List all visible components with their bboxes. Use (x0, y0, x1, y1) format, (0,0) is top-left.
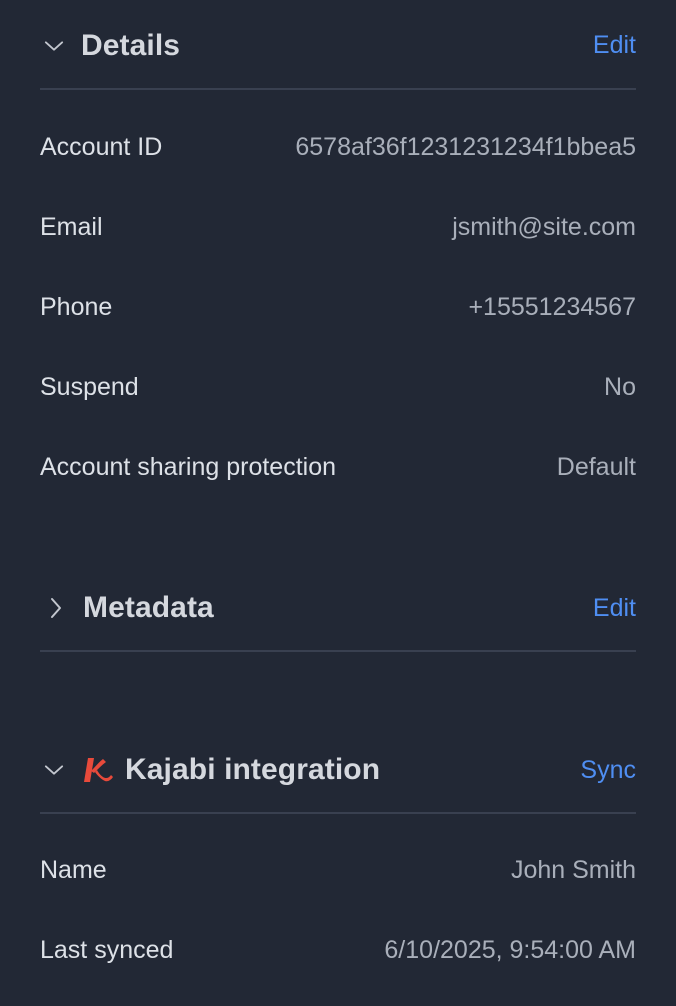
detail-label: Account ID (40, 132, 163, 161)
kajabi-row-name: Name John Smith (40, 830, 636, 910)
details-title: Details (81, 28, 181, 62)
detail-label: Account sharing protection (40, 452, 337, 481)
detail-value: 6578af36f1231231234f1bbea5 (295, 132, 636, 161)
details-rows: Account ID 6578af36f1231231234f1bbea5 Em… (40, 107, 636, 507)
chevron-down-icon[interactable] (44, 760, 64, 780)
detail-row-suspend: Suspend No (40, 347, 636, 427)
details-header[interactable]: Details Edit (40, 3, 636, 90)
detail-value: +15551234567 (468, 292, 636, 321)
details-edit-button[interactable]: Edit (593, 31, 636, 60)
metadata-section: Metadata Edit (40, 566, 636, 652)
kajabi-logo-icon (82, 756, 114, 784)
details-section: Details Edit Account ID 6578af36f1231231… (40, 3, 636, 507)
detail-label: Phone (40, 292, 113, 321)
detail-row-email: Email jsmith@site.com (40, 187, 636, 267)
chevron-right-icon[interactable] (46, 598, 66, 618)
detail-label: Email (40, 212, 103, 241)
detail-value: jsmith@site.com (452, 212, 636, 241)
kajabi-row-last-synced: Last synced 6/10/2025, 9:54:00 AM (40, 910, 636, 990)
kajabi-sync-button[interactable]: Sync (580, 756, 636, 785)
chevron-down-icon[interactable] (44, 36, 64, 56)
kajabi-rows: Name John Smith Last synced 6/10/2025, 9… (40, 830, 636, 990)
detail-row-phone: Phone +15551234567 (40, 267, 636, 347)
kajabi-value: John Smith (510, 855, 636, 884)
kajabi-label: Name (40, 855, 107, 884)
detail-label: Suspend (40, 372, 139, 401)
kajabi-value: 6/10/2025, 9:54:00 AM (384, 935, 636, 964)
metadata-header[interactable]: Metadata Edit (40, 566, 636, 652)
detail-row-account-id: Account ID 6578af36f1231231234f1bbea5 (40, 107, 636, 187)
metadata-title: Metadata (83, 591, 214, 624)
kajabi-integration-section: Kajabi integration Sync Name John Smith … (40, 728, 636, 990)
detail-row-account-sharing-protection: Account sharing protection Default (40, 427, 636, 507)
metadata-edit-button[interactable]: Edit (593, 594, 636, 623)
detail-value: No (604, 372, 636, 401)
kajabi-title: Kajabi integration (125, 753, 381, 786)
kajabi-label: Last synced (40, 935, 174, 964)
detail-value: Default (556, 452, 636, 481)
kajabi-header[interactable]: Kajabi integration Sync (40, 728, 636, 814)
